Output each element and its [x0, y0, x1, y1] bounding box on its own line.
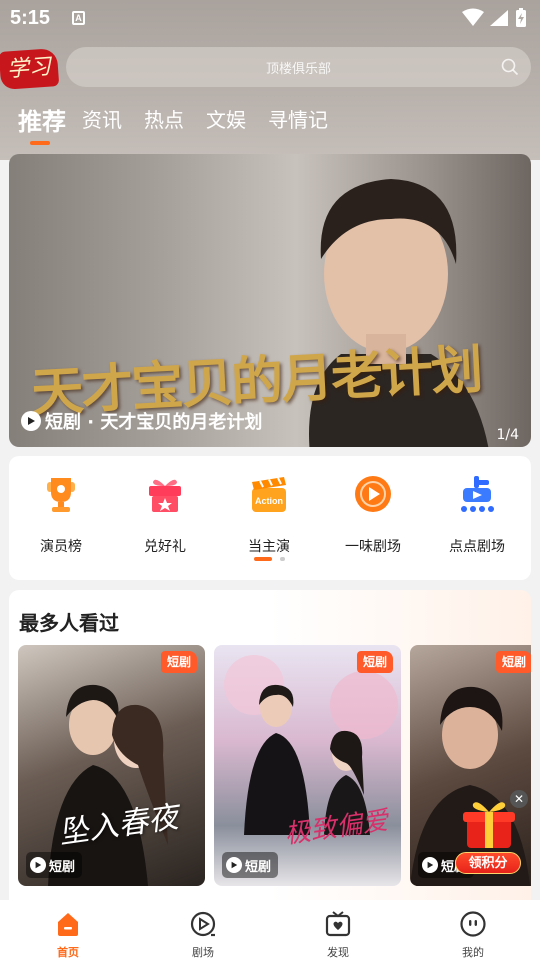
short-drama-tag: 短剧: [26, 852, 83, 878]
hero-banner[interactable]: 天才宝贝的月老计划 短剧 · 天才宝贝的月老计划 1/4: [9, 154, 531, 447]
discover-icon: [325, 911, 351, 937]
tab-recommend[interactable]: 推荐: [18, 102, 66, 137]
play-icon: [226, 857, 242, 873]
drama-card[interactable]: 短剧 坠入春夜 短剧: [18, 645, 205, 886]
profile-icon: [460, 911, 486, 937]
section-title: 最多人看过: [19, 611, 119, 635]
tab-entertainment[interactable]: 文娱: [206, 104, 246, 133]
shortcut-label: 一味剧场: [345, 539, 401, 555]
tab-label: 剧场: [192, 946, 214, 959]
claim-points-button[interactable]: 领积分: [455, 852, 521, 874]
tab-profile[interactable]: 我的: [428, 910, 518, 960]
tab-theater[interactable]: 剧场: [158, 910, 248, 960]
shortcut-be-star[interactable]: Action 当主演: [217, 474, 321, 556]
bottom-tab-bar: 首页 剧场 发现 我的: [0, 900, 540, 960]
shortcut-diandian-theater[interactable]: 点点剧场: [425, 474, 529, 556]
play-circle-icon: [355, 476, 391, 512]
play-icon: [21, 411, 41, 431]
shortcut-label: 当主演: [248, 539, 290, 555]
shortcut-label: 点点剧场: [449, 539, 505, 555]
app-logo[interactable]: 学习: [0, 48, 60, 90]
banner-page-counter: 1/4: [496, 427, 519, 443]
trophy-icon: [47, 478, 75, 512]
search-icon[interactable]: [501, 58, 519, 76]
status-time: 5:15: [10, 7, 51, 29]
tab-news[interactable]: 资讯: [82, 104, 122, 133]
status-indicators: [460, 8, 530, 28]
promo-close-button[interactable]: ✕: [510, 790, 528, 808]
clapperboard-icon: Action: [252, 477, 286, 512]
active-tab-indicator: [30, 141, 50, 145]
shortcut-label: 演员榜: [40, 539, 82, 555]
svg-text:Action: Action: [255, 496, 283, 506]
tab-label: 首页: [57, 946, 79, 959]
status-bar: 5:15 A: [0, 0, 540, 36]
wifi-signal-battery-icon: [462, 8, 526, 27]
banner-caption: 短剧 · 天才宝贝的月老计划: [21, 408, 262, 434]
short-drama-tag-label: 短剧: [245, 859, 272, 875]
search-bar[interactable]: 顶楼俱乐部: [66, 47, 531, 87]
tab-hot[interactable]: 热点: [144, 104, 184, 133]
shortcut-yiwei-theater[interactable]: 一味剧场: [321, 474, 425, 556]
short-drama-badge: 短剧: [160, 651, 197, 673]
tab-label: 我的: [462, 946, 484, 959]
play-icon: [30, 857, 46, 873]
shortcut-panel: 演员榜 兑好礼 Action 当主演 一味剧场 点点剧场: [9, 456, 531, 580]
points-promo-widget[interactable]: ✕ 领积分: [455, 790, 528, 874]
most-watched-section: 最多人看过 短剧 坠入春夜 短剧 短剧 极致偏爱 短剧 短剧 短剧: [9, 590, 531, 920]
diandian-icon: [461, 476, 494, 512]
notification-icon: A: [72, 11, 85, 25]
shortcut-label: 兑好礼: [144, 539, 186, 555]
short-drama-badge: 短剧: [495, 651, 531, 673]
short-drama-badge: 短剧: [356, 651, 393, 673]
banner-caption-text: 短剧 · 天才宝贝的月老计划: [45, 412, 263, 433]
tab-home[interactable]: 首页: [23, 910, 113, 960]
home-icon: [58, 913, 78, 936]
shortcut-actor-ranking[interactable]: 演员榜: [9, 474, 113, 556]
theater-icon: [190, 911, 216, 937]
shortcut-redeem-gift[interactable]: 兑好礼: [113, 474, 217, 556]
pager-dot-active: [254, 557, 272, 561]
gift-icon: [149, 479, 181, 512]
drama-poster-image: [48, 684, 168, 886]
short-drama-tag: 短剧: [222, 852, 279, 878]
play-icon: [422, 857, 438, 873]
pager-dot: [280, 557, 285, 561]
tab-romance[interactable]: 寻情记: [268, 104, 328, 133]
red-gift-box-icon: [463, 802, 515, 848]
search-placeholder: 顶楼俱乐部: [265, 62, 331, 77]
tab-discover[interactable]: 发现: [293, 910, 383, 960]
drama-poster-image: [224, 655, 398, 835]
tab-label: 发现: [327, 946, 349, 959]
short-drama-tag-label: 短剧: [49, 859, 76, 875]
drama-card[interactable]: 短剧 极致偏爱 短剧: [214, 645, 401, 886]
